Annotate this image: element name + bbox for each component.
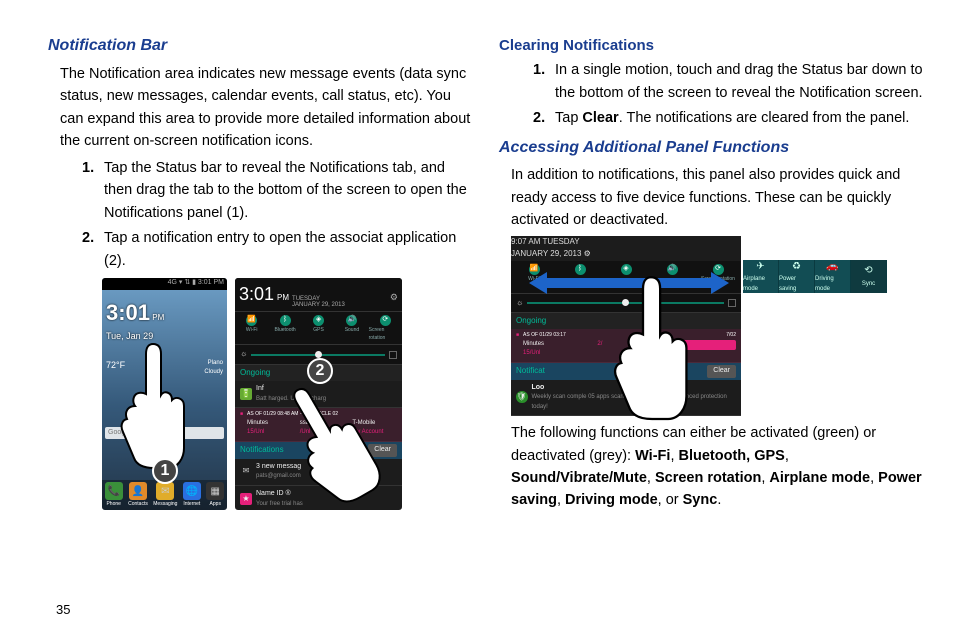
panel-ampm: PM xyxy=(277,292,289,304)
step-text: In a single motion, touch and drag the S… xyxy=(555,62,923,100)
heading-notification-bar: Notification Bar xyxy=(48,34,475,59)
callout-2: 2 xyxy=(307,358,333,384)
weather-temp: 72°F xyxy=(106,359,125,378)
battery-row: 🔋 InfBatt harged. Unplug charg xyxy=(235,381,402,408)
dock-apps: ▦Apps xyxy=(206,482,224,509)
toggle-sound: 🔊Sound xyxy=(335,312,368,345)
notif-nameid: ★ Name ID ®Your free trial has xyxy=(235,486,402,510)
gear-icon: ⚙ xyxy=(390,291,398,305)
right-column: Clearing Notifications 1. In a single mo… xyxy=(499,34,926,516)
shield-icon: 🛡 xyxy=(516,391,528,403)
battery-icon: 🔋 xyxy=(240,388,252,400)
figure-notification-panel: 3:01 PM TUESDAY JANUARY 29, 2013 ⚙ 📶Wi-F… xyxy=(235,278,402,510)
notif-messages: ✉ 3 new messagpats@gmail.com xyxy=(235,459,402,486)
figure-row: 4G ▾ ⇅ ▮ 3:01 PM 3:01 PM Tue, Jan 29 72°… xyxy=(102,278,475,510)
dock-contacts: 👤Contacts xyxy=(128,482,148,509)
toggle-airplane: ✈Airplane mode xyxy=(743,260,779,293)
toggle-sync: ⟲Sync xyxy=(851,260,887,293)
panel-header: 3:01 PM TUESDAY JANUARY 29, 2013 ⚙ xyxy=(235,278,402,312)
clock-widget: 3:01 PM Tue, Jan 29 xyxy=(102,290,227,350)
clear-step-2: 2. Tap Clear. The notifications are clea… xyxy=(533,107,926,129)
heading-clearing: Clearing Notifications xyxy=(499,34,926,57)
clock-time: 3:01 xyxy=(106,300,150,325)
notification-bar-desc: The Notification area indicates new mess… xyxy=(60,63,475,153)
notifications-header: Notifications Clear xyxy=(235,442,402,459)
figure-phone-home: 4G ▾ ⇅ ▮ 3:01 PM 3:01 PM Tue, Jan 29 72°… xyxy=(102,278,227,510)
overflow-toggles: ✈Airplane mode ♻Power saving 🚗Driving mo… xyxy=(743,260,887,293)
weather-city: Plano xyxy=(208,360,223,366)
panel-date: TUESDAY JANUARY 29, 2013 xyxy=(292,296,345,308)
accessing-desc: In addition to notifications, this panel… xyxy=(511,164,926,231)
quick-toggles: 📶Wi-Fi ᛒBluetooth ◈GPS 🔊Sound ⟳Screen ro… xyxy=(235,312,402,346)
dock-phone: 📞Phone xyxy=(105,482,123,509)
step-1: 1. Tap the Status bar to reveal the Noti… xyxy=(82,157,475,224)
clear-step-1: 1. In a single motion, touch and drag th… xyxy=(533,59,926,104)
page: Notification Bar The Notification area i… xyxy=(0,0,954,526)
figure-wide-panel: 9:07 AM TUESDAY JANUARY 29, 2013 ⚙ 📶Wi-F… xyxy=(511,236,926,416)
left-column: Notification Bar The Notification area i… xyxy=(48,34,475,516)
step-2: 2. Tap a notification entry to open the … xyxy=(82,227,475,272)
panel-time: 9:07 xyxy=(511,237,527,246)
weather-cond: Cloudy xyxy=(204,369,223,375)
heading-accessing: Accessing Additional Panel Functions xyxy=(499,136,926,161)
search-widget: Google xyxy=(105,427,224,439)
panel-header: 9:07 AM TUESDAY JANUARY 29, 2013 ⚙ xyxy=(511,236,741,261)
toggle-driving-mode: 🚗Driving mode xyxy=(815,260,851,293)
clearing-steps: 1. In a single motion, touch and drag th… xyxy=(499,59,926,129)
step-text: Tap a notification entry to open the ass… xyxy=(104,230,456,268)
panel-ampm: AM xyxy=(528,237,540,246)
finger-icon xyxy=(611,272,691,422)
callout-1: 1 xyxy=(152,458,178,484)
auto-checkbox xyxy=(728,299,736,307)
app-icon: ★ xyxy=(240,493,252,505)
weather-widget: 72°F Plano Cloudy xyxy=(102,356,227,381)
step-num: 1. xyxy=(533,59,545,81)
clear-button: Clear xyxy=(368,444,397,457)
page-number: 35 xyxy=(56,600,70,620)
functions-desc: The following functions can either be ac… xyxy=(511,422,926,512)
usage-row: ■ AS OF 01/29 08:48 AM - BILL CYCLE 02 M… xyxy=(235,408,402,441)
notification-bar-steps: 1. Tap the Status bar to reveal the Noti… xyxy=(48,157,475,272)
toggle-rotation: ⟳Screen rotation xyxy=(369,312,402,345)
brightness-icon: ☼ xyxy=(240,348,247,360)
dock-messaging: ✉Messaging xyxy=(153,482,177,509)
clock-ampm: PM xyxy=(152,313,164,322)
gear-icon: ⚙ xyxy=(584,249,591,258)
toggle-bluetooth: ᛒBluetooth xyxy=(268,312,301,345)
step-num: 2. xyxy=(82,227,94,249)
dock: 📞Phone 👤Contacts ✉Messaging 🌐Internet ▦A… xyxy=(102,480,227,510)
step-text: Tap Clear. The notifications are cleared… xyxy=(555,110,909,126)
step-text: Tap the Status bar to reveal the Notific… xyxy=(104,160,467,221)
auto-checkbox xyxy=(389,351,397,359)
dock-internet: 🌐Internet xyxy=(183,482,201,509)
toggle-wifi: 📶Wi-Fi xyxy=(235,312,268,345)
clear-button: Clear xyxy=(707,365,736,378)
brightness-icon: ☼ xyxy=(516,297,523,309)
step-num: 2. xyxy=(533,107,545,129)
panel-time: 3:01 xyxy=(239,281,274,309)
step-num: 1. xyxy=(82,157,94,179)
toggle-power-saving: ♻Power saving xyxy=(779,260,815,293)
status-bar: 4G ▾ ⇅ ▮ 3:01 PM xyxy=(102,278,227,290)
clock-date: Tue, Jan 29 xyxy=(106,330,223,344)
mail-icon: ✉ xyxy=(240,466,252,478)
toggle-gps: ◈GPS xyxy=(302,312,335,345)
